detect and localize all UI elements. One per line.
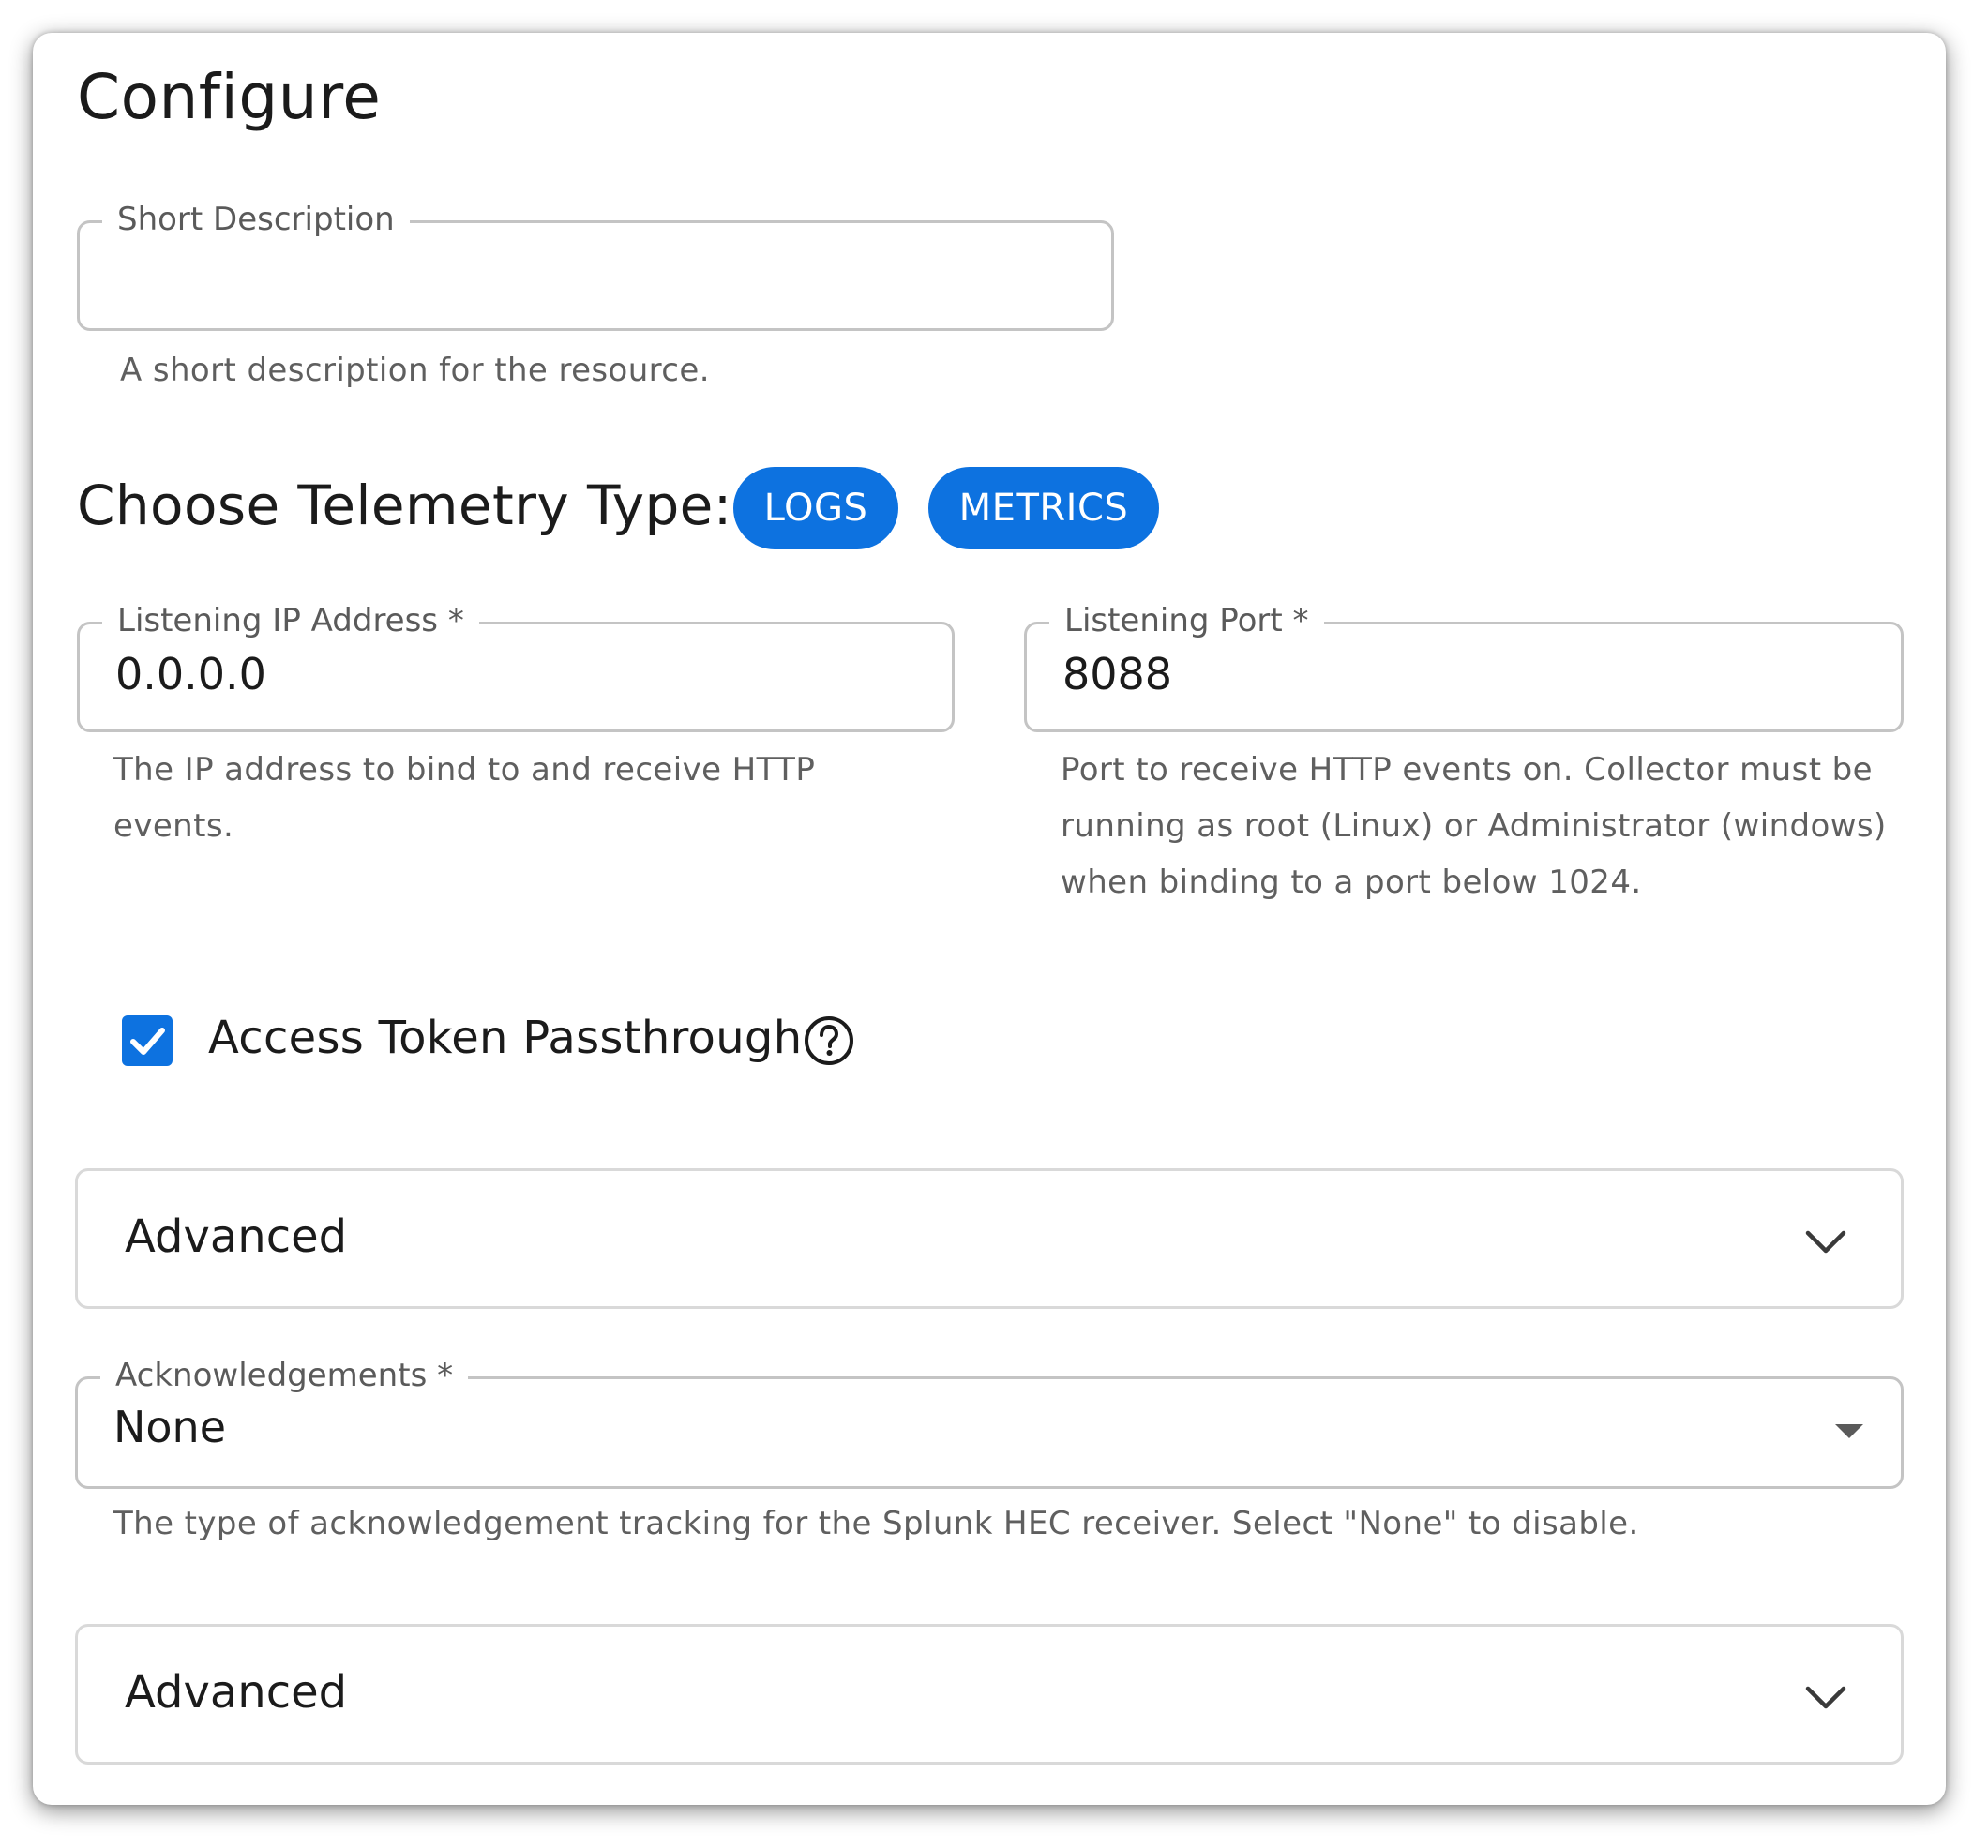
short-description-label: Short Description — [102, 199, 410, 240]
listening-ip-value[interactable]: 0.0.0.0 — [115, 649, 266, 699]
configure-card: Configure Short Description A short desc… — [33, 33, 1946, 1805]
advanced-accordion-2-label: Advanced — [125, 1666, 348, 1719]
listening-port-label: Listening Port * — [1049, 600, 1324, 641]
question-circle-icon[interactable] — [803, 1014, 855, 1067]
advanced-accordion-1-label: Advanced — [125, 1210, 348, 1263]
acknowledgements-helper: The type of acknowledgement tracking for… — [113, 1505, 1639, 1542]
chevron-down-icon — [1805, 1686, 1846, 1709]
listening-port-field[interactable]: Listening Port * 8088 — [1024, 600, 1904, 732]
dropdown-arrow-icon — [1835, 1424, 1863, 1438]
acknowledgements-label: Acknowledgements * — [100, 1355, 469, 1396]
advanced-accordion-2[interactable]: Advanced — [75, 1624, 1904, 1765]
acknowledgements-select[interactable]: Acknowledgements * None — [75, 1355, 1904, 1489]
listening-port-value[interactable]: 8088 — [1062, 649, 1172, 699]
short-description-field[interactable]: Short Description — [77, 199, 1114, 331]
listening-ip-helper: The IP address to bind to and receive HT… — [113, 751, 816, 845]
telemetry-type-heading: Choose Telemetry Type: — [77, 473, 732, 537]
access-token-checkbox[interactable] — [122, 1015, 173, 1066]
metrics-chip[interactable]: METRICS — [928, 467, 1159, 549]
listening-ip-label: Listening IP Address * — [102, 600, 479, 641]
chevron-down-icon — [1805, 1230, 1846, 1254]
advanced-accordion-1[interactable]: Advanced — [75, 1168, 1904, 1309]
listening-port-helper: Port to receive HTTP events on. Collecto… — [1061, 751, 1887, 901]
logs-chip[interactable]: LOGS — [733, 467, 898, 549]
acknowledgements-value: None — [113, 1402, 227, 1452]
page-title: Configure — [77, 61, 382, 133]
checkmark-icon — [130, 1028, 165, 1055]
access-token-label: Access Token Passthrough — [208, 1012, 803, 1064]
short-description-helper: A short description for the resource. — [120, 352, 710, 389]
listening-ip-field[interactable]: Listening IP Address * 0.0.0.0 — [77, 600, 955, 732]
